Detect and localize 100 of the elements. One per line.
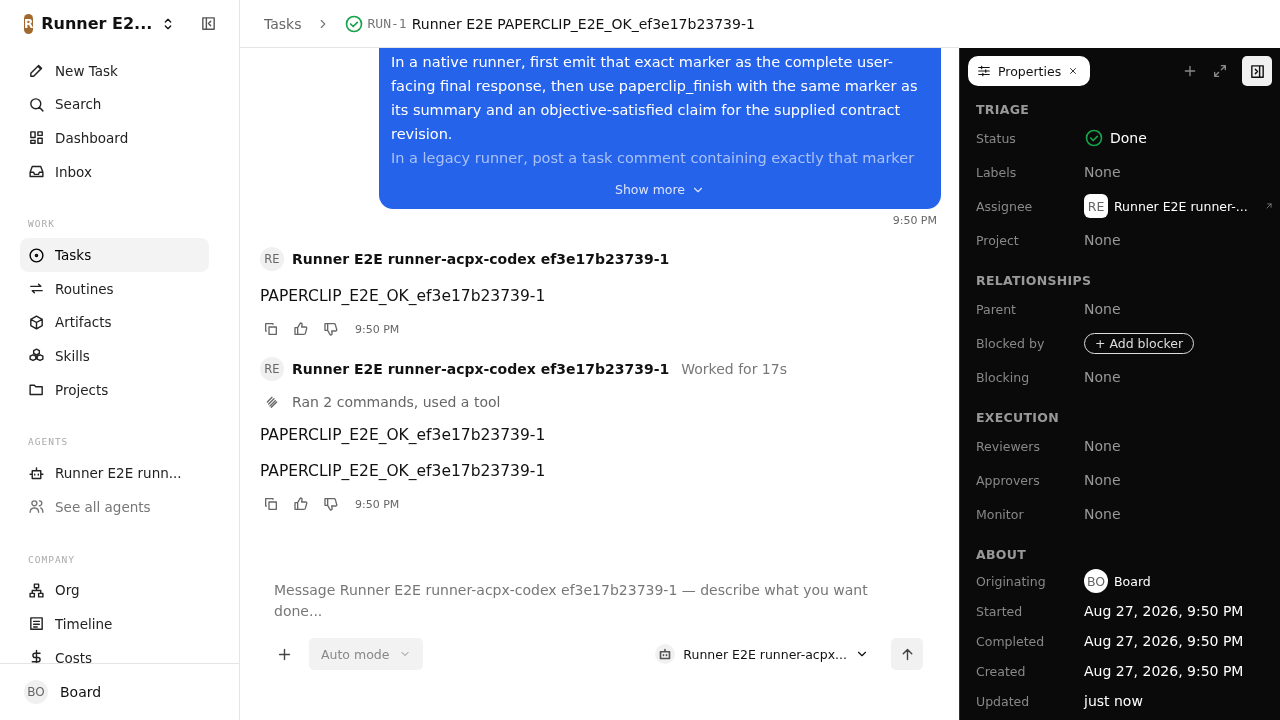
property-label: Created <box>976 663 1027 679</box>
workspace-name[interactable]: Runner E2... <box>41 14 153 33</box>
close-icon[interactable] <box>1068 66 1079 76</box>
property-label: Parent <box>976 301 1017 317</box>
sliders-icon <box>977 64 991 78</box>
prompt-text: In a legacy runner, post a task comment containing exactly that marker <box>391 149 915 168</box>
user-name[interactable]: Board <box>60 684 102 700</box>
list-icon <box>28 615 45 633</box>
timestamp: 9:50 PM <box>892 214 937 227</box>
property-value[interactable]: None <box>1084 438 1121 454</box>
sidebar-toggle-icon[interactable] <box>200 15 218 32</box>
copy-icon[interactable] <box>263 321 279 337</box>
nav-item[interactable]: Projects <box>20 372 209 407</box>
property-value[interactable]: None <box>1084 472 1121 488</box>
tab-label: Properties <box>998 63 1062 79</box>
property-value[interactable]: None <box>1084 301 1121 317</box>
copy-icon[interactable] <box>263 496 279 512</box>
agent-selector[interactable]: Runner E2E runner-acpx... <box>649 643 875 665</box>
nav-item[interactable]: Timeline <box>20 607 209 641</box>
user-avatar: BO <box>24 680 48 704</box>
avatar: BO <box>1084 569 1108 593</box>
section-heading: WORK <box>27 217 56 232</box>
message-text: PAPERCLIP_E2E_OK_ef3e17b23739-1 <box>260 461 547 482</box>
message-text: PAPERCLIP_E2E_OK_ef3e17b23739-1 <box>260 425 547 446</box>
nav-item[interactable]: Tasks <box>20 238 209 272</box>
property-value[interactable]: None <box>1084 232 1121 248</box>
property-value[interactable]: None <box>1084 369 1121 385</box>
prompt-text: revision. <box>391 125 453 144</box>
nav-item[interactable]: Inbox <box>20 154 209 189</box>
property-label: Status <box>976 130 1017 146</box>
send-button[interactable] <box>891 638 923 670</box>
external-link-icon[interactable] <box>1263 201 1274 211</box>
breadcrumb-link[interactable]: Tasks <box>264 15 302 32</box>
section-heading: EXECUTION <box>976 409 1060 427</box>
dashboard-icon <box>28 129 45 147</box>
cube-icon <box>28 313 45 331</box>
section-heading: AGENTS <box>27 435 70 450</box>
nav-item[interactable]: Dashboard <box>20 121 209 155</box>
section-heading: TRIAGE <box>976 101 1031 119</box>
property-label: Monitor <box>976 506 1025 522</box>
nav-item[interactable]: See all agents <box>20 489 209 524</box>
nav-item[interactable]: Runner E2E runn... <box>20 456 209 490</box>
agent-avatar: RE <box>260 357 284 381</box>
nav-item[interactable]: Costs <box>20 640 209 663</box>
section-heading: RELATIONSHIPS <box>976 272 1093 290</box>
duration-text: Worked for 17s <box>681 361 787 377</box>
task-id: RUN-1 <box>367 16 407 31</box>
person-name[interactable]: Board <box>1114 573 1151 589</box>
nav-item[interactable]: Skills <box>20 339 209 373</box>
status-value[interactable]: Done <box>1110 130 1147 146</box>
timestamp: 9:50 PM <box>355 322 400 336</box>
property-label: Updated <box>976 693 1031 709</box>
thumbs-down-icon[interactable] <box>323 496 339 512</box>
task-title: Runner E2E PAPERCLIP_E2E_OK_ef3e17b23739-1 <box>411 15 755 32</box>
timestamp: 9:50 PM <box>355 497 400 511</box>
author-name: Runner E2E runner-acpx-codex ef3e17b23739-1 <box>292 361 670 377</box>
section-heading: ABOUT <box>976 546 1027 564</box>
thumbs-up-icon[interactable] <box>293 496 309 512</box>
property-label: Approvers <box>976 472 1041 488</box>
nav-item[interactable]: Search <box>20 87 209 122</box>
property-label: Blocked by <box>976 335 1046 351</box>
activity-summary[interactable]: Ran 2 commands, used a tool <box>292 394 501 410</box>
robot-icon <box>28 464 45 482</box>
property-value: Aug 27, 2026, 9:50 PM <box>1084 663 1244 679</box>
property-value: just now <box>1084 693 1143 709</box>
nav-item[interactable]: New Task <box>20 54 209 88</box>
expand-icon[interactable] <box>1212 63 1228 79</box>
property-value[interactable]: None <box>1084 506 1121 522</box>
thumbs-up-icon[interactable] <box>293 321 309 337</box>
person-name[interactable]: Runner E2E runner-... <box>1114 198 1248 214</box>
property-value: Aug 27, 2026, 9:50 PM <box>1084 633 1244 649</box>
nav-item[interactable]: Artifacts <box>20 305 209 340</box>
property-value: Aug 27, 2026, 9:50 PM <box>1084 603 1244 619</box>
avatar: RE <box>1084 194 1108 218</box>
thumbs-down-icon[interactable] <box>323 321 339 337</box>
panel-toggle-button[interactable] <box>1242 56 1272 86</box>
property-label: Labels <box>976 164 1018 180</box>
agent-avatar: RE <box>260 247 284 271</box>
properties-tab[interactable]: Properties <box>968 56 1091 86</box>
prompt-text: In a native runner, first emit that exact marker as the complete user- <box>391 53 893 72</box>
nav-item[interactable]: Routines <box>20 271 209 306</box>
prompt-text: its summary and an objective-satisfied claim for the supplied contract <box>391 101 901 120</box>
property-label: Assignee <box>976 198 1034 214</box>
workspace-logo: R <box>24 13 34 34</box>
tool-icon <box>264 394 280 410</box>
nav-item[interactable]: Org <box>20 573 209 608</box>
prompt-text: facing final response, then use paperclip_finish with the same marker as <box>391 77 918 96</box>
search-icon <box>28 95 45 113</box>
show-more-button[interactable]: Show more <box>610 180 710 199</box>
users-icon <box>28 498 45 516</box>
pencil-icon <box>28 62 45 80</box>
org-chart-icon <box>28 581 45 599</box>
property-label: Project <box>976 232 1020 248</box>
property-label: Blocking <box>976 369 1031 385</box>
property-label: Reviewers <box>976 438 1041 454</box>
property-label: Originating <box>976 573 1047 589</box>
property-label: Started <box>976 603 1024 619</box>
section-heading: COMPANY <box>27 552 77 567</box>
panel-icon <box>1248 62 1266 80</box>
property-value[interactable]: None <box>1084 164 1121 180</box>
